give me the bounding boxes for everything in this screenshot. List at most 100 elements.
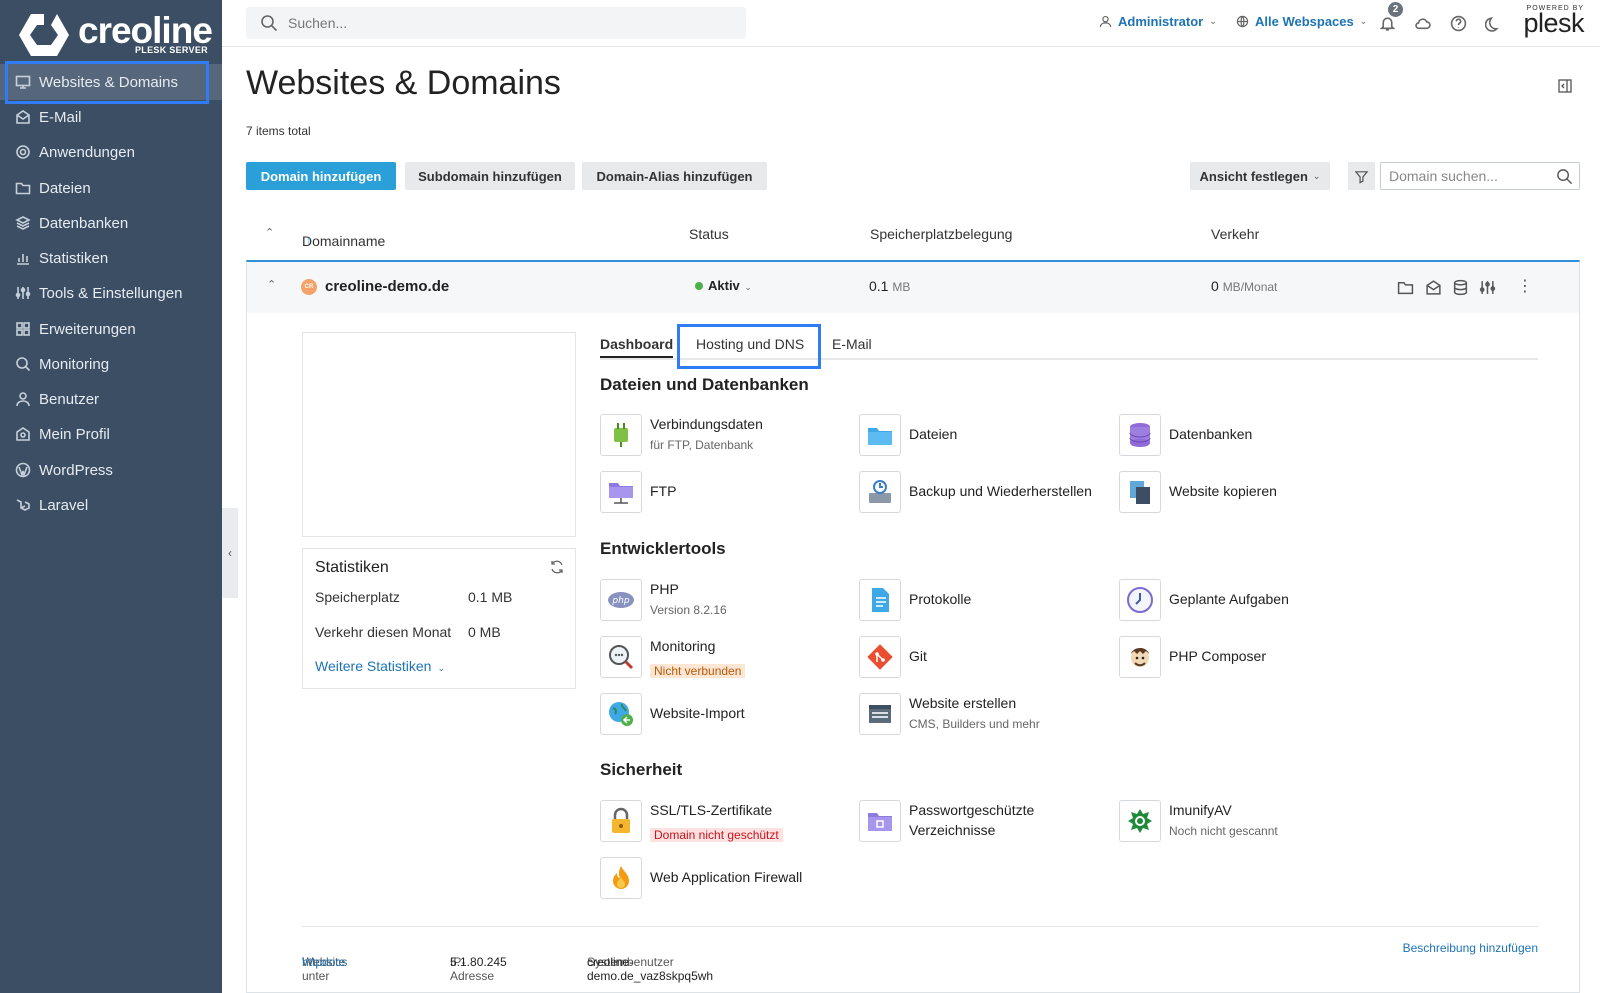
section-files-databases: Dateien und Datenbanken (600, 375, 809, 394)
sidebar-item-mein-profil[interactable]: Mein Profil (0, 416, 222, 452)
tool-website-import[interactable]: Website-Import (600, 693, 855, 737)
tool-copy-website[interactable]: Website kopieren (1119, 471, 1374, 515)
view-settings-button[interactable]: Ansicht festlegen ⌄ (1190, 162, 1330, 190)
user-menu[interactable]: Administrator ⌄ (1099, 14, 1217, 29)
creoline-logo[interactable]: creoline PLESK SERVER (18, 8, 213, 60)
tab-dashboard[interactable]: Dashboard (600, 336, 674, 358)
add-domain-alias-button[interactable]: Domain-Alias hinzufügen (582, 162, 767, 190)
column-status[interactable]: Status (689, 226, 729, 242)
column-traffic[interactable]: Verkehr (1211, 226, 1259, 242)
tool-website-builder[interactable]: Website erstellen CMS, Builders und mehr (859, 693, 1114, 737)
layers-icon (14, 215, 31, 232)
domain-not-protected-badge: Domain nicht geschützt (650, 828, 783, 842)
refresh-icon[interactable] (549, 559, 565, 575)
sidebar-item-tools[interactable]: Tools & Einstellungen (0, 275, 222, 311)
more-options-icon[interactable]: ⋮ (1517, 276, 1535, 295)
sidebar-item-email[interactable]: E-Mail (0, 99, 222, 135)
sidebar-item-laravel[interactable]: Laravel (0, 487, 222, 523)
sidebar-item-erweiterungen[interactable]: Erweiterungen (0, 311, 222, 347)
column-disk-usage[interactable]: Speicherplatzbelegung (870, 226, 1012, 242)
panel-toggle-icon[interactable] (1557, 78, 1573, 94)
table-row[interactable]: ⌃ CR creoline-demo.de Aktiv ⌄ 0.1 MB 0 MB… (247, 262, 1579, 313)
tool-ssl-certificates[interactable]: SSL/TLS-Zertifikate Domain nicht geschüt… (600, 800, 855, 844)
tool-label: Website erstellen (909, 695, 1017, 711)
website-preview[interactable] (302, 332, 576, 537)
tool-label: Verbindungsdaten (650, 416, 763, 432)
webspace-selector[interactable]: Alle Webspaces ⌄ (1236, 14, 1367, 29)
stat-traffic-label: Verkehr diesen Monat (315, 624, 452, 640)
add-domain-button[interactable]: Domain hinzufügen (246, 162, 396, 190)
plesk-logo[interactable]: POWERED BY plesk (1519, 5, 1584, 43)
collapse-sidebar-button[interactable]: ‹ (222, 508, 238, 598)
section-developer-tools: Entwicklertools (600, 539, 726, 558)
sidebar-item-benutzer[interactable]: Benutzer (0, 381, 222, 417)
statistics-card: Statistiken Speicherplatz 0.1 MB Verkehr… (302, 548, 576, 689)
help-button[interactable] (1448, 13, 1468, 33)
tool-web-application-firewall[interactable]: Web Application Firewall (600, 857, 855, 901)
tool-git[interactable]: Git (859, 636, 1114, 680)
tab-hosting-dns[interactable]: Hosting und DNS (696, 336, 804, 352)
sidebar-item-websites-domains[interactable]: Websites & Domains (0, 64, 222, 100)
httpdocs-link[interactable]: httpdocs (302, 955, 347, 969)
traffic-value: 0 MB/Monat (1211, 278, 1277, 294)
statistics-title: Statistiken (315, 559, 389, 576)
tool-scheduled-tasks[interactable]: Geplante Aufgaben (1119, 579, 1374, 623)
tool-label: Backup und Wiederherstellen (909, 483, 1092, 499)
domain-search-input[interactable]: Domain suchen... (1380, 162, 1580, 190)
folder-icon[interactable] (1397, 279, 1415, 297)
profile-icon (14, 426, 31, 443)
more-statistics-link[interactable]: Weitere Statistiken ⌄ (315, 658, 445, 674)
add-description-link[interactable]: Beschreibung hinzufügen (1403, 941, 1538, 955)
sidebar-item-datenbanken[interactable]: Datenbanken (0, 205, 222, 241)
status-badge[interactable]: Aktiv ⌄ (695, 278, 752, 293)
filter-button[interactable] (1348, 162, 1375, 190)
tool-php[interactable]: php PHP Version 8.2.16 (600, 579, 855, 623)
tool-files[interactable]: Dateien (859, 414, 1114, 458)
tool-backup[interactable]: Backup und Wiederherstellen (859, 471, 1114, 515)
wordpress-icon (14, 462, 31, 479)
more-statistics-label: Weitere Statistiken (315, 658, 432, 674)
sliders-icon[interactable] (1479, 279, 1497, 297)
collapse-all-icon[interactable]: ⌃ (265, 226, 274, 239)
collapse-row-icon[interactable]: ⌃ (267, 278, 276, 291)
chevron-down-icon: ⌄ (1312, 170, 1321, 181)
tool-label: PHP (650, 581, 679, 597)
cloud-button[interactable] (1412, 13, 1432, 33)
help-icon (1450, 15, 1466, 31)
database-icon[interactable] (1452, 279, 1470, 297)
tab-email[interactable]: E-Mail (832, 336, 872, 352)
tool-imunifyav[interactable]: ImunifyAV Noch nicht gescannt (1119, 800, 1374, 844)
tool-label: SSL/TLS-Zertifikate (650, 802, 773, 818)
mail-icon[interactable] (1425, 279, 1443, 297)
stat-disk-label: Speicherplatz (315, 589, 400, 605)
tool-monitoring[interactable]: Monitoring Nicht verbunden (600, 636, 855, 680)
domain-search-placeholder: Domain suchen... (1389, 168, 1498, 184)
tool-sub: für FTP, Datenbank (650, 438, 754, 452)
sidebar-item-anwendungen[interactable]: Anwendungen (0, 134, 222, 170)
sidebar-item-wordpress[interactable]: WordPress (0, 452, 222, 488)
sidebar-item-statistiken[interactable]: Statistiken (0, 240, 222, 276)
add-subdomain-button[interactable]: Subdomain hinzufügen (405, 162, 575, 190)
sidebar-item-label: Benutzer (39, 390, 100, 408)
tool-php-composer[interactable]: PHP Composer (1119, 636, 1374, 680)
globe-icon (1236, 15, 1249, 28)
tool-databases[interactable]: Datenbanken (1119, 414, 1374, 458)
tool-connection-info[interactable]: Verbindungsdaten für FTP, Datenbank (600, 414, 855, 458)
dark-mode-button[interactable] (1483, 13, 1503, 33)
search-icon (261, 15, 278, 32)
sidebar-item-label: Anwendungen (39, 143, 135, 161)
disk-value: 0.1 (869, 278, 889, 294)
tool-logs[interactable]: Protokolle (859, 579, 1114, 623)
global-search-input[interactable]: Suchen... (246, 7, 746, 39)
tool-protected-directories[interactable]: Passwortgeschützte Verzeichnisse (859, 800, 1114, 844)
sidebar-item-label: Statistiken (39, 249, 109, 267)
column-domain-name-label: Domainname (302, 233, 386, 249)
magnifier-icon (600, 636, 642, 678)
clock-icon (1119, 579, 1161, 621)
tool-ftp[interactable]: FTP (600, 471, 855, 515)
lock-icon (600, 800, 642, 842)
sidebar-item-label: Tools & Einstellungen (39, 284, 183, 302)
sidebar-item-monitoring[interactable]: Monitoring (0, 346, 222, 382)
sidebar-item-dateien[interactable]: Dateien (0, 170, 222, 206)
domain-name-link[interactable]: creoline-demo.de (325, 278, 449, 295)
